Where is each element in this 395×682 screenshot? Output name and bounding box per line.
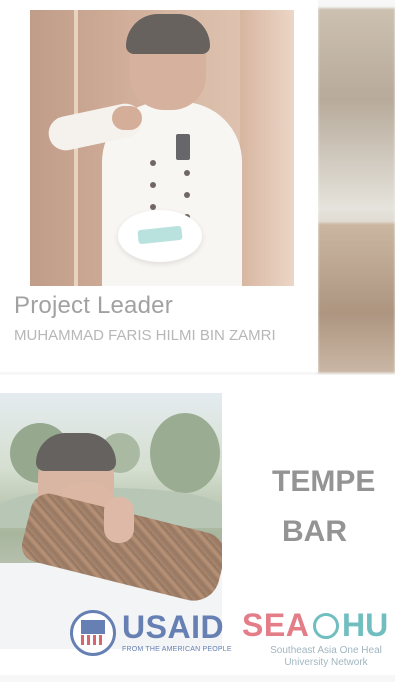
product-name-line2: BAR: [282, 515, 347, 548]
seaohun-tagline: Southeast Asia One Heal University Netwo…: [256, 645, 395, 669]
seaohun-logo-sea: SEA: [242, 607, 310, 643]
seaohun-tagline-line1: Southeast Asia One Heal: [270, 645, 382, 656]
sponsor-logos: USAID FROM THE AMERICAN PEOPLE SEA HU So…: [60, 605, 395, 675]
globe-icon: [313, 613, 339, 639]
background-blurred-panel: [318, 8, 395, 373]
project-leader-photo: [30, 10, 294, 286]
usaid-tagline: FROM THE AMERICAN PEOPLE: [122, 646, 232, 653]
team-member-card: Project Leader MUHAMMAD FARIS HILMI BIN …: [0, 0, 318, 372]
product-name-line1: TEMPE: [272, 465, 376, 498]
usaid-seal-icon: [70, 610, 116, 656]
member-role: Project Leader: [14, 292, 173, 319]
seaohun-logo-hu: HU: [342, 607, 389, 643]
usaid-logo-text: USAID: [122, 609, 225, 645]
product-name: TEMPE BAR: [272, 457, 387, 557]
seaohun-tagline-line2: University Network: [284, 657, 368, 668]
member-name: MUHAMMAD FARIS HILMI BIN ZAMRI: [14, 327, 276, 344]
